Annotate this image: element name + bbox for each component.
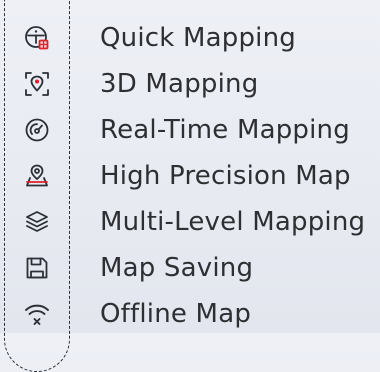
menu-item-offline-map[interactable]: Offline Map [0,293,380,335]
real-time-mapping-icon [24,117,50,143]
menu-item-label: Real-Time Mapping [100,115,350,145]
multi-level-mapping-icon [24,209,50,235]
menu-item-quick-mapping[interactable]: Quick Mapping [0,17,380,59]
menu-item-real-time-mapping[interactable]: Real-Time Mapping [0,109,380,151]
menu-item-label: 3D Mapping [100,69,259,99]
menu-item-label: Multi-Level Mapping [100,207,366,237]
menu-item-label: High Precision Map [100,161,351,191]
menu-item-label: Map Saving [100,253,254,283]
menu-item-3d-mapping[interactable]: 3D Mapping [0,63,380,105]
menu-item-map-saving[interactable]: Map Saving [0,247,380,289]
menu-item-label: Quick Mapping [100,23,296,53]
menu-item-label: Offline Map [100,299,252,329]
3d-mapping-icon [24,71,50,97]
high-precision-map-icon [24,163,50,189]
feature-menu: Quick Mapping 3D Mapping Real-Time Mappi… [0,0,380,333]
offline-map-icon [24,301,50,327]
menu-item-high-precision-map[interactable]: High Precision Map [0,155,380,197]
quick-mapping-icon [24,25,50,51]
map-saving-icon [24,255,50,281]
menu-item-multi-level-mapping[interactable]: Multi-Level Mapping [0,201,380,243]
